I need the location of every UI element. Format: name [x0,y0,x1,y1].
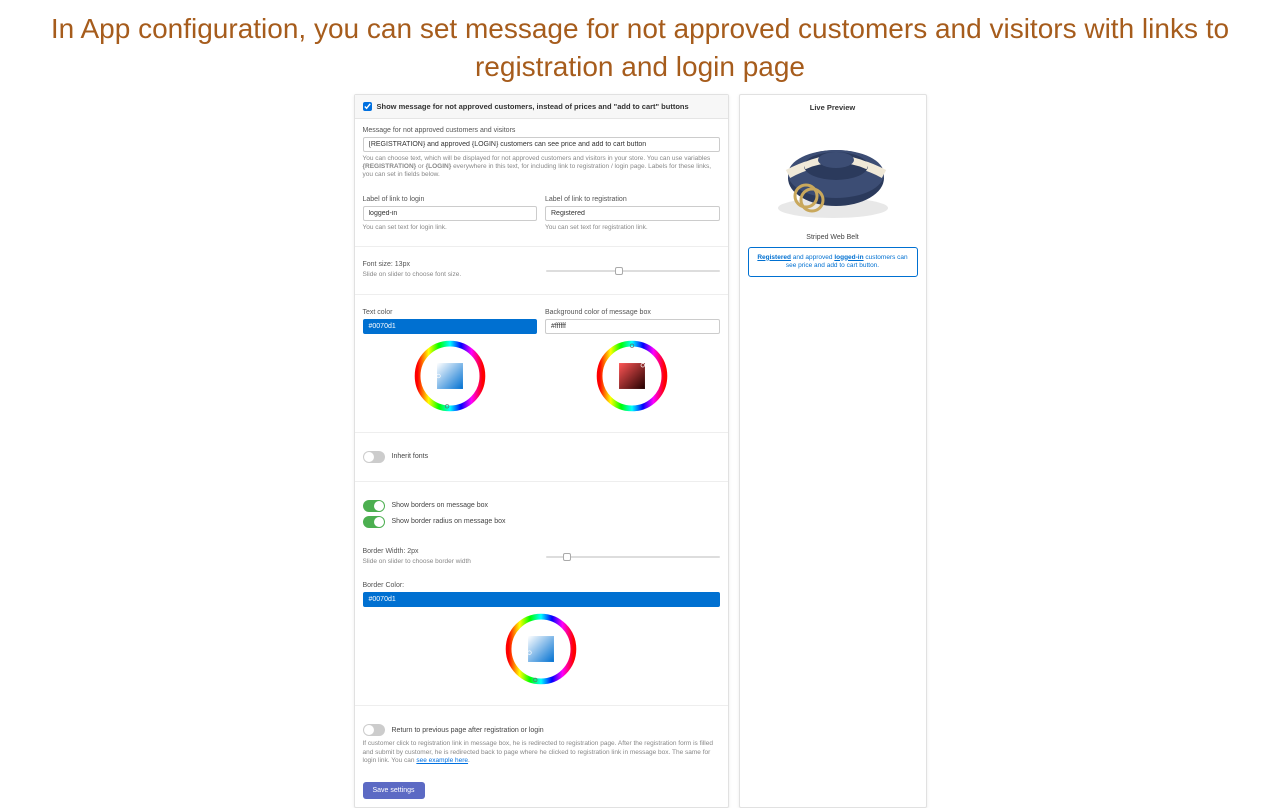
return-helper: If customer click to registration link i… [363,740,720,765]
colors-section: Text color #0070d1 [355,301,728,426]
message-helper-prefix: You can choose text, which will be displ… [363,155,711,162]
page-title: In App configuration, you can set messag… [0,0,1280,94]
message-helper-var1: {REGISTRATION} [363,163,417,170]
preview-title: Live Preview [748,103,918,112]
preview-msg-mid: and approved [791,254,834,261]
show-borders-label: Show borders on message box [392,502,489,509]
return-section: Return to previous page after registrati… [355,712,728,773]
preview-panel: Live Preview Striped Web Belt Registered… [739,94,927,808]
return-previous-label: Return to previous page after registrati… [392,727,544,734]
border-width-slider[interactable] [546,556,720,558]
show-radius-label: Show border radius on message box [392,518,506,525]
textcolor-label: Text color [363,309,538,316]
border-color-picker[interactable] [363,607,720,691]
border-color-chip[interactable]: #0070d1 [363,592,720,607]
fontsize-section: Font size: 13px Slide on slider to choos… [355,253,728,287]
save-settings-button[interactable]: Save settings [363,782,425,799]
message-helper: You can choose text, which will be displ… [363,155,720,180]
divider [355,705,728,706]
border-color-section: Border Color: #0070d1 [355,574,728,699]
fontsize-slider-thumb[interactable] [615,267,623,275]
message-label: Message for not approved customers and v… [363,127,720,134]
divider [355,294,728,295]
border-toggles-section: Show borders on message box Show border … [355,488,728,540]
registration-helper: You can set text for registration link. [545,224,720,232]
border-width-helper: Slide on slider to choose border width [363,558,537,566]
message-helper-var2: {LOGIN} [426,163,452,170]
message-section: Message for not approved customers and v… [355,119,728,188]
link-labels-section: Label of link to login You can set text … [355,188,728,240]
divider [355,481,728,482]
preview-reg-link[interactable]: Registered [757,254,791,261]
preview-message-box: Registered and approved logged-in custom… [748,247,918,278]
preview-product-image [748,118,918,228]
message-input[interactable] [363,137,720,152]
show-borders-toggle[interactable] [363,500,385,512]
border-width-label: Border Width: 2px [363,548,537,555]
bgcolor-label: Background color of message box [545,309,720,316]
main-container: Show message for not approved customers,… [0,94,1280,808]
message-helper-mid: or [416,163,425,170]
bgcolor-picker[interactable] [545,334,720,418]
return-helper-text: If customer click to registration link i… [363,740,713,764]
border-width-slider-thumb[interactable] [563,553,571,561]
fontsize-helper: Slide on slider to choose font size. [363,271,537,279]
bgcolor-value-chip[interactable]: #ffffff [545,319,720,334]
login-link-input[interactable] [363,206,538,221]
registration-link-input[interactable] [545,206,720,221]
see-example-link[interactable]: see example here [416,757,468,764]
inherit-fonts-toggle[interactable] [363,451,385,463]
show-message-label: Show message for not approved customers,… [377,102,689,111]
return-previous-toggle[interactable] [363,724,385,736]
toggles-section: Inherit fonts [355,439,728,475]
preview-login-link[interactable]: logged-in [834,254,863,261]
login-label: Label of link to login [363,196,538,203]
border-width-section: Border Width: 2px Slide on slider to cho… [355,540,728,574]
border-color-label: Border Color: [363,582,720,589]
textcolor-picker[interactable] [363,334,538,418]
inherit-fonts-label: Inherit fonts [392,453,429,460]
show-message-checkbox[interactable] [363,102,372,111]
registration-label: Label of link to registration [545,196,720,203]
settings-panel: Show message for not approved customers,… [354,94,729,808]
header-row: Show message for not approved customers,… [355,95,728,119]
preview-product-name: Striped Web Belt [748,234,918,241]
divider [355,246,728,247]
login-helper: You can set text for login link. [363,224,538,232]
textcolor-value-chip[interactable]: #0070d1 [363,319,538,334]
fontsize-label: Font size: 13px [363,261,537,268]
divider [355,432,728,433]
fontsize-slider[interactable] [546,270,720,272]
show-radius-toggle[interactable] [363,516,385,528]
